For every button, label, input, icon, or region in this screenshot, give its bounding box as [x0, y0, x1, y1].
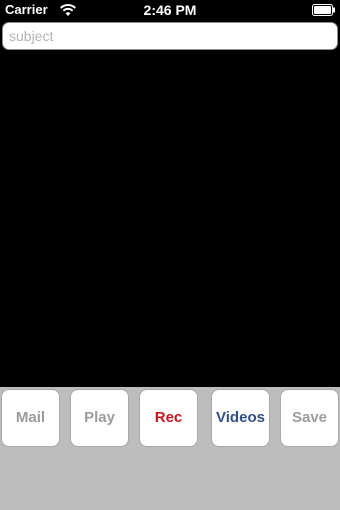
subject-field[interactable]	[2, 22, 338, 50]
battery-icon	[312, 4, 336, 16]
mail-button[interactable]: Mail	[1, 389, 60, 447]
videos-button[interactable]: Videos	[211, 389, 270, 447]
app-screen: Carrier 2:46 PM Mail Play Rec Videos Sav…	[0, 0, 340, 510]
status-bar: Carrier 2:46 PM	[0, 0, 340, 20]
save-button[interactable]: Save	[280, 389, 339, 447]
button-bar: Mail Play Rec Videos Save	[0, 387, 340, 510]
video-preview	[0, 51, 340, 387]
record-button[interactable]: Rec	[139, 389, 198, 447]
subject-input[interactable]	[9, 26, 329, 46]
clock-label: 2:46 PM	[143, 2, 197, 18]
play-button[interactable]: Play	[70, 389, 129, 447]
